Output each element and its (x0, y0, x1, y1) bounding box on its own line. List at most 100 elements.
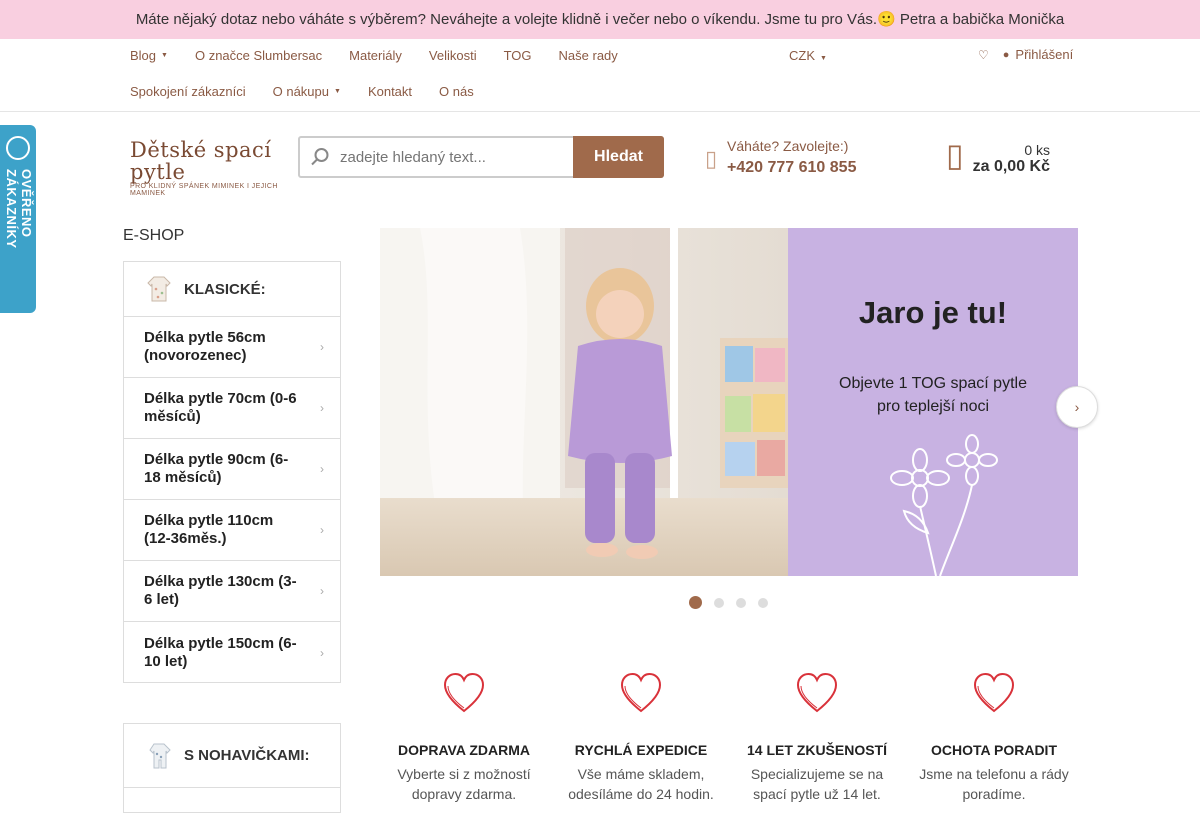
category-item[interactable]: Délka pytle 150cm (6-10 let) › (124, 622, 340, 683)
nav-label: Spokojení zákazníci (130, 84, 246, 99)
chevron-right-icon: › (320, 340, 324, 354)
nav-label: TOG (503, 48, 532, 63)
nav-item-velikosti[interactable]: Velikosti (429, 48, 477, 63)
banner-dot[interactable] (714, 597, 724, 608)
feature-desc: Specializujeme se na spací pytle už 14 le… (729, 764, 905, 804)
feature-title: RYCHLÁ EXPEDICE (574, 742, 708, 758)
sleeping-bag-legs-icon (149, 743, 171, 768)
verified-seal-icon (6, 136, 30, 160)
nav-label: Materiály (349, 48, 402, 63)
heart-icon (796, 672, 838, 713)
feature-free-shipping: DOPRAVA ZDARMA Vyberte si z možností dopr… (376, 672, 552, 804)
feature-experience: 14 LET ZKUŠENOSTÍ Specializujeme se na sp… (729, 672, 905, 804)
user-icon: ● (1002, 48, 1010, 61)
banner-dot[interactable] (736, 597, 746, 608)
banner-line-1: Objevte 1 TOG spací pytle (839, 375, 1027, 392)
category-item[interactable]: Délka pytle 130cm (3-6 let) › (124, 561, 340, 622)
category-group-header[interactable]: KLASICKÉ: (124, 262, 340, 317)
heart-icon (443, 672, 485, 713)
category-item-label: Délka pytle 110cm (12-36měs.) (144, 512, 274, 547)
cart-icon: ▯ (946, 137, 964, 173)
main-nav-row-1: Blog ▼ O značce Slumbersac Materiály Veli… (130, 48, 645, 63)
chevron-right-icon: › (320, 584, 324, 598)
category-item-label: Délka pytle 90cm (6-18 měsíců) (144, 451, 289, 486)
banner-pagination (689, 596, 768, 609)
banner-next-button[interactable]: › (1056, 386, 1098, 428)
login-area: ♡ ● Přihlášení (978, 47, 1073, 62)
nav-item-nase-rady[interactable]: Naše rady (559, 48, 618, 63)
category-group-label: KLASICKÉ: (184, 280, 266, 298)
chevron-right-icon: › (320, 523, 324, 537)
currency-selector[interactable]: CZK ▼ (789, 48, 827, 63)
nav-item-tog[interactable]: TOG (504, 48, 532, 63)
nav-label: O značce Slumbersac (194, 48, 323, 63)
chevron-right-icon: › (320, 645, 324, 660)
phone-question: Váháte? Zavolejte:) (727, 138, 849, 154)
category-item[interactable]: Délka pytle 110cm (12-36měs.) › (124, 500, 340, 561)
top-info-message: Máte nějaký dotaz nebo váháte s výběrem?… (135, 11, 1065, 28)
category-item-label: Délka pytle 130cm (3-6 let) (144, 573, 297, 608)
sleeping-bag-icon (147, 276, 171, 302)
search-bar: Hledat (298, 136, 664, 178)
feature-title: 14 LET ZKUŠENOSTÍ (746, 742, 888, 758)
feature-fast-dispatch: RYCHLÁ EXPEDICE Vše máme skladem, odesílá… (553, 672, 729, 804)
cart[interactable]: ▯ 0 ks za 0,00 Kč (946, 136, 1050, 180)
nav-item-materialy[interactable]: Materiály (349, 48, 402, 63)
nav-label: O nákupu (272, 84, 329, 99)
feature-advice: OCHOTA PORADIT Jsme na telefonu a rády po… (906, 672, 1082, 804)
site-logo[interactable]: Dětské spací pytle PRO KLIDNÝ SPÁNEK MIM… (130, 139, 280, 197)
banner-line-2: pro teplejší noci (877, 398, 989, 415)
nav-item-kontakt[interactable]: Kontakt (368, 84, 412, 99)
header-divider (0, 111, 1200, 112)
wishlist-icon[interactable]: ♡ (978, 48, 989, 62)
feature-desc: Vyberte si z možností dopravy zdarma. (376, 764, 552, 804)
banner-headline: Jaro je tu! (859, 295, 1007, 330)
login-link[interactable]: ● Přihlášení (1003, 47, 1073, 62)
cart-total: za 0,00 Kč (972, 158, 1050, 175)
nav-label: Naše rady (558, 48, 618, 63)
badge-text: OVĚŘENO ZÁKAZNÍKY (4, 169, 34, 249)
nav-label: Blog (130, 48, 157, 63)
category-item[interactable]: Délka pytle 56cm (novorozenec) › (124, 317, 340, 378)
search-input[interactable] (340, 138, 573, 176)
main-nav-row-2: Spokojení zákazníci O nákupu ▼ Kontakt O … (130, 84, 501, 99)
feature-desc-line-1: Vše máme skladem, (577, 766, 705, 782)
category-item-label: Délka pytle 56cm (novorozenec) (144, 329, 266, 364)
feature-title: OCHOTA PORADIT (931, 742, 1057, 758)
nav-label: Kontakt (367, 84, 413, 99)
logo-tagline: PRO KLIDNÝ SPÁNEK MIMINEK I JEJICH MAMIN… (130, 183, 278, 197)
phone-number[interactable]: +420 777 610 855 (727, 159, 856, 177)
banner-image: Jaro je tu! Objevte 1 TOG spací pytle pr… (380, 228, 1078, 576)
hero-banner[interactable]: Jaro je tu! Objevte 1 TOG spací pytle pr… (380, 228, 1078, 576)
feature-title: DOPRAVA ZDARMA (398, 742, 530, 758)
category-item-label: Délka pytle 150cm (6-10 let) (144, 634, 297, 670)
category-item-label: Délka pytle 70cm (0-6 měsíců) (144, 390, 297, 425)
search-icon (300, 138, 340, 176)
chevron-down-icon: ▼ (820, 55, 827, 62)
banner-dot[interactable] (689, 596, 702, 609)
cart-count: 0 ks (1024, 142, 1050, 158)
banner-dot[interactable] (758, 597, 768, 608)
nav-item-o-nakupu[interactable]: O nákupu ▼ (273, 84, 341, 99)
chevron-right-icon: › (320, 462, 324, 476)
top-info-bar: Máte nějaký dotaz nebo váháte s výběrem?… (0, 0, 1200, 39)
category-item[interactable]: Délka pytle 90cm (6-18 měsíců) › (124, 439, 340, 500)
feature-desc-line-1: Vyberte si z možností (397, 766, 531, 782)
nav-item-blog[interactable]: Blog ▼ (130, 48, 168, 63)
category-item[interactable]: Délka pytle 70cm (0-6 měsíců) › (124, 378, 340, 439)
feature-desc: Vše máme skladem, odesíláme do 24 hodin. (553, 764, 729, 804)
chevron-down-icon: ▼ (161, 52, 168, 59)
feature-desc-line-1: Specializujeme se na (750, 766, 884, 782)
nav-label: O nás (439, 84, 474, 99)
nav-item-o-nas[interactable]: O nás (439, 84, 474, 99)
search-button[interactable]: Hledat (573, 136, 664, 178)
heart-icon (620, 672, 662, 713)
nav-label: Velikosti (428, 48, 477, 63)
verified-customers-badge[interactable]: OVĚŘENO ZÁKAZNÍKY (0, 125, 36, 313)
sidebar-heading: E-SHOP (123, 227, 185, 244)
category-group-label: S NOHAVIČKAMI: (184, 746, 310, 764)
logo-title: Dětské spací pytle (130, 138, 272, 184)
nav-item-spokojeni-zakaznici[interactable]: Spokojení zákazníci (130, 84, 246, 99)
category-group-header[interactable]: S NOHAVIČKAMI: (124, 724, 340, 788)
nav-item-slumbersac[interactable]: O značce Slumbersac (195, 48, 322, 63)
